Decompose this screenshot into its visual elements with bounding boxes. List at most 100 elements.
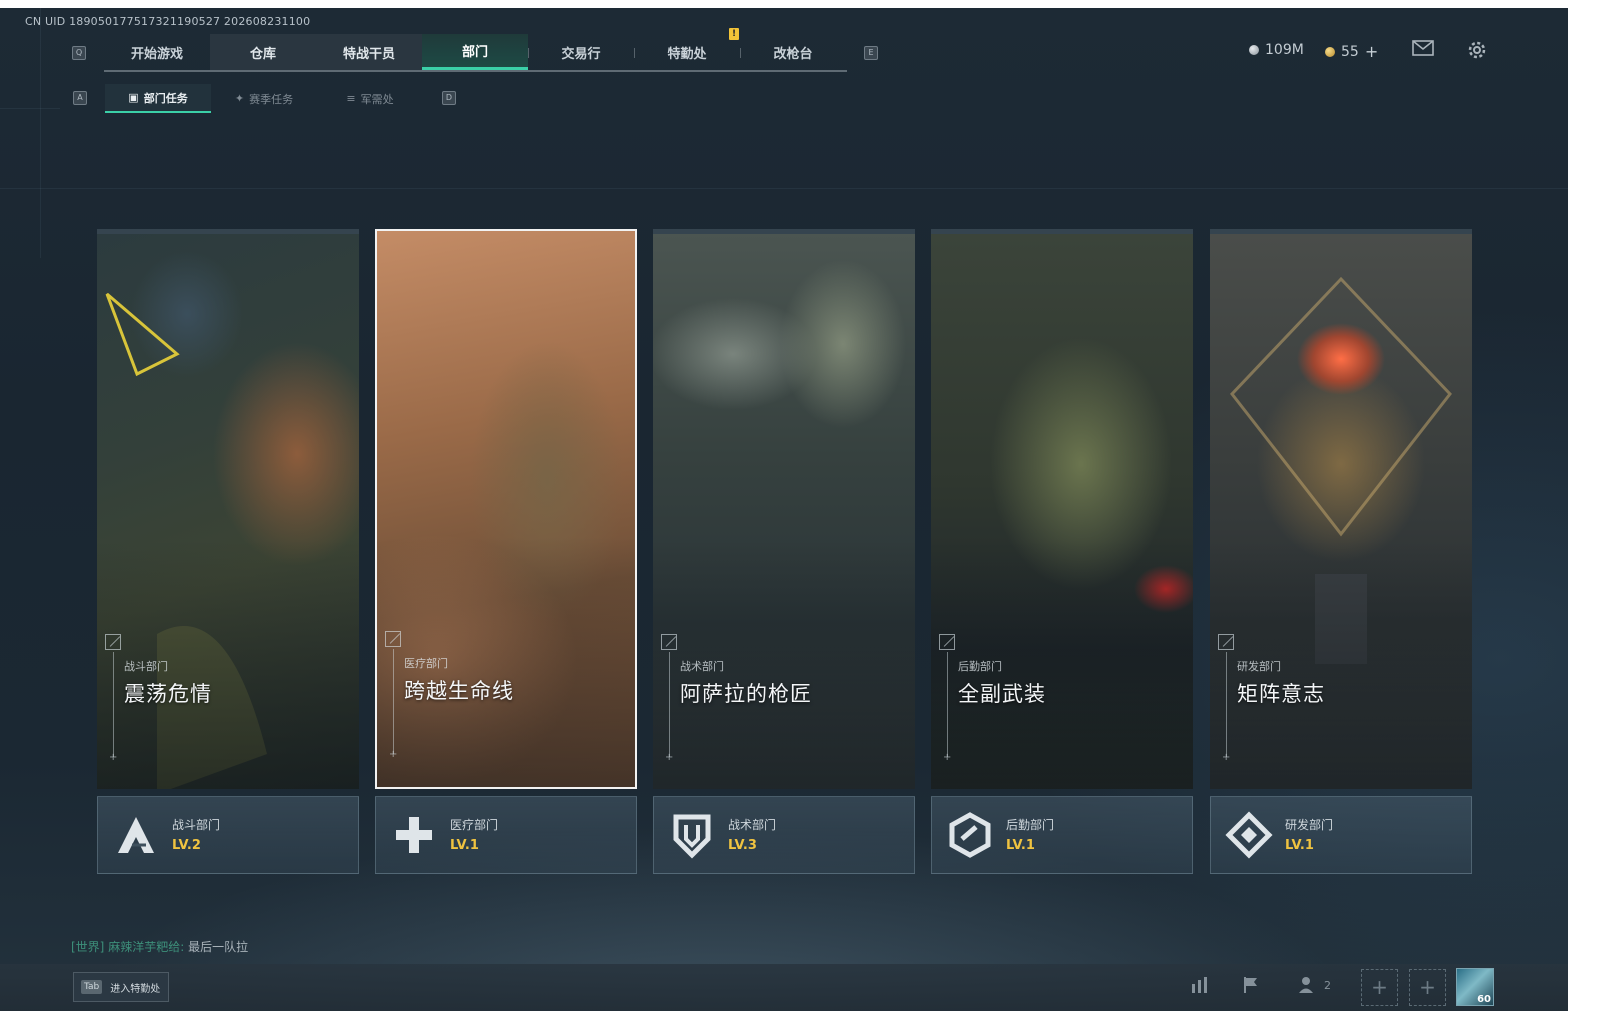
department-level-combat[interactable]: 战斗部门 LV.2 [97,796,359,874]
tab-label: 开始游戏 [130,46,183,62]
card-guide-line [947,652,948,757]
card-department-name: 战斗部门 [124,660,168,673]
key-hint-prev-tab[interactable]: Q [72,46,86,60]
subtab-label: 军需处 [360,92,394,106]
gear-icon[interactable] [1466,40,1488,60]
subtab-department-tasks[interactable]: ▣ 部门任务 [105,84,211,113]
gold-coin-icon [1325,46,1335,57]
tab-label: 仓库 [249,46,276,62]
key-hint-prev-subtab[interactable]: A [73,91,87,105]
department-level: LV.1 [1006,838,1035,853]
level-department-name: 战斗部门 [172,818,221,832]
plus-marker-icon: + [389,749,398,760]
chat-channel: [世界] [71,940,105,954]
level-department-name: 后勤部门 [1006,818,1055,832]
squad-count: 2 [1324,978,1331,992]
tab-label: 特勤处 [667,46,707,62]
level-department-name: 医疗部门 [450,818,499,832]
department-level: LV.3 [728,838,757,853]
add-teammate-slot[interactable]: + [1409,969,1446,1006]
corner-bracket-icon [105,634,121,650]
plus-marker-icon: + [665,752,674,763]
card-task-title: 跨越生命线 [404,679,514,703]
department-level-research[interactable]: 研发部门 LV.1 [1210,796,1472,874]
combat-icon [112,811,160,859]
stats-icon[interactable] [1190,976,1210,999]
player-avatar[interactable]: 60 [1456,968,1494,1006]
department-level-tactical[interactable]: 战术部门 LV.3 [653,796,915,874]
tab-trade[interactable]: 交易行 [528,34,634,70]
corner-bracket-icon [385,631,401,647]
department-level: LV.2 [172,838,201,853]
player-uid: CN UID 189050177517321190527 20260823110… [25,15,311,28]
sub-nav: ▣ 部门任务 ✦ 赛季任务 ≡ 军需处 [105,84,425,113]
flag-icon[interactable] [1242,976,1260,999]
corner-bracket-icon [939,634,955,650]
plus-marker-icon: + [1222,752,1231,763]
hud-grid-line [40,8,41,258]
world-chat-line[interactable]: [世界] 麻辣洋芋粑给: 最后一队拉 [71,938,248,955]
tab-label: 部门 [461,45,488,60]
card-guide-line [669,652,670,757]
squad-button[interactable]: 2 [1298,976,1331,994]
tab-gunsmith[interactable]: 改枪台 [740,34,846,70]
card-guide-line [113,652,114,757]
gold-currency: 55 + [1325,42,1378,61]
special-ops-alert-badge: ! [729,28,739,40]
tab-warehouse[interactable]: 仓库 [210,34,316,70]
add-currency-button[interactable]: + [1365,42,1378,61]
tab-start-game[interactable]: 开始游戏 [104,34,210,70]
department-level-medical[interactable]: 医疗部门 LV.1 [375,796,637,874]
enter-special-ops-button[interactable]: Tab 进入特勤处 [73,972,169,1002]
medical-icon [390,811,438,859]
tab-special-ops[interactable]: 特勤处 [634,34,740,70]
card-task-title: 震荡危情 [124,682,212,706]
department-card-combat[interactable]: + 战斗部门 震荡危情 [97,229,359,789]
chat-message: 最后一队拉 [188,940,249,954]
mail-icon[interactable] [1412,40,1434,60]
supply-icon: ≡ [346,92,356,105]
card-department-name: 医疗部门 [404,657,448,670]
department-card-logistics[interactable]: + 后勤部门 全副武装 [931,229,1193,789]
tab-key-hint: Tab [81,980,103,994]
tab-label: 改枪台 [773,46,813,62]
subtab-season-tasks[interactable]: ✦ 赛季任务 [211,84,317,113]
department-card-tactical[interactable]: + 战术部门 阿萨拉的枪匠 [653,229,915,789]
bottom-bar: Tab 进入特勤处 2 + + 60 [0,964,1568,1011]
level-department-name: 战术部门 [728,818,777,832]
tab-department[interactable]: 部门 [422,34,528,70]
card-guide-line [393,649,394,754]
card-task-title: 全副武装 [958,682,1046,706]
task-icon: ▣ [128,91,139,104]
card-department-name: 后勤部门 [958,660,1002,673]
hud-grid-line [0,108,60,109]
department-card-medical[interactable]: + 医疗部门 跨越生命线 [375,229,637,789]
game-screen: CN UID 189050177517321190527 20260823110… [0,8,1568,1011]
department-card-research[interactable]: + 研发部门 矩阵意志 [1210,229,1472,789]
corner-bracket-icon [661,634,677,650]
research-icon [1225,811,1273,859]
tactical-shield-icon [668,811,716,859]
corner-bracket-icon [1218,634,1234,650]
plus-marker-icon: + [943,752,952,763]
card-task-title: 矩阵意志 [1237,682,1325,706]
subtab-quartermaster[interactable]: ≡ 军需处 [317,84,423,113]
add-teammate-slot[interactable]: + [1361,969,1398,1006]
player-level-badge: 60 [1477,994,1491,1005]
tab-label: 交易行 [561,46,601,62]
subtab-label: 部门任务 [143,91,188,105]
tab-operators[interactable]: 特战干员 [316,34,422,70]
enter-special-ops-label: 进入特勤处 [110,983,161,995]
chat-sender: 麻辣洋芋粑给: [108,940,185,954]
silver-currency: 109M [1249,42,1304,58]
card-task-title: 阿萨拉的枪匠 [680,682,812,706]
gold-amount: 55 [1341,43,1359,60]
key-hint-next-subtab[interactable]: D [442,91,456,105]
department-level-logistics[interactable]: 后勤部门 LV.1 [931,796,1193,874]
key-hint-next-tab[interactable]: E [864,46,878,60]
tab-label: 特战干员 [342,46,395,62]
level-department-name: 研发部门 [1285,818,1334,832]
season-icon: ✦ [234,92,245,105]
department-level: LV.1 [1285,838,1314,853]
subtab-label: 赛季任务 [249,92,294,106]
